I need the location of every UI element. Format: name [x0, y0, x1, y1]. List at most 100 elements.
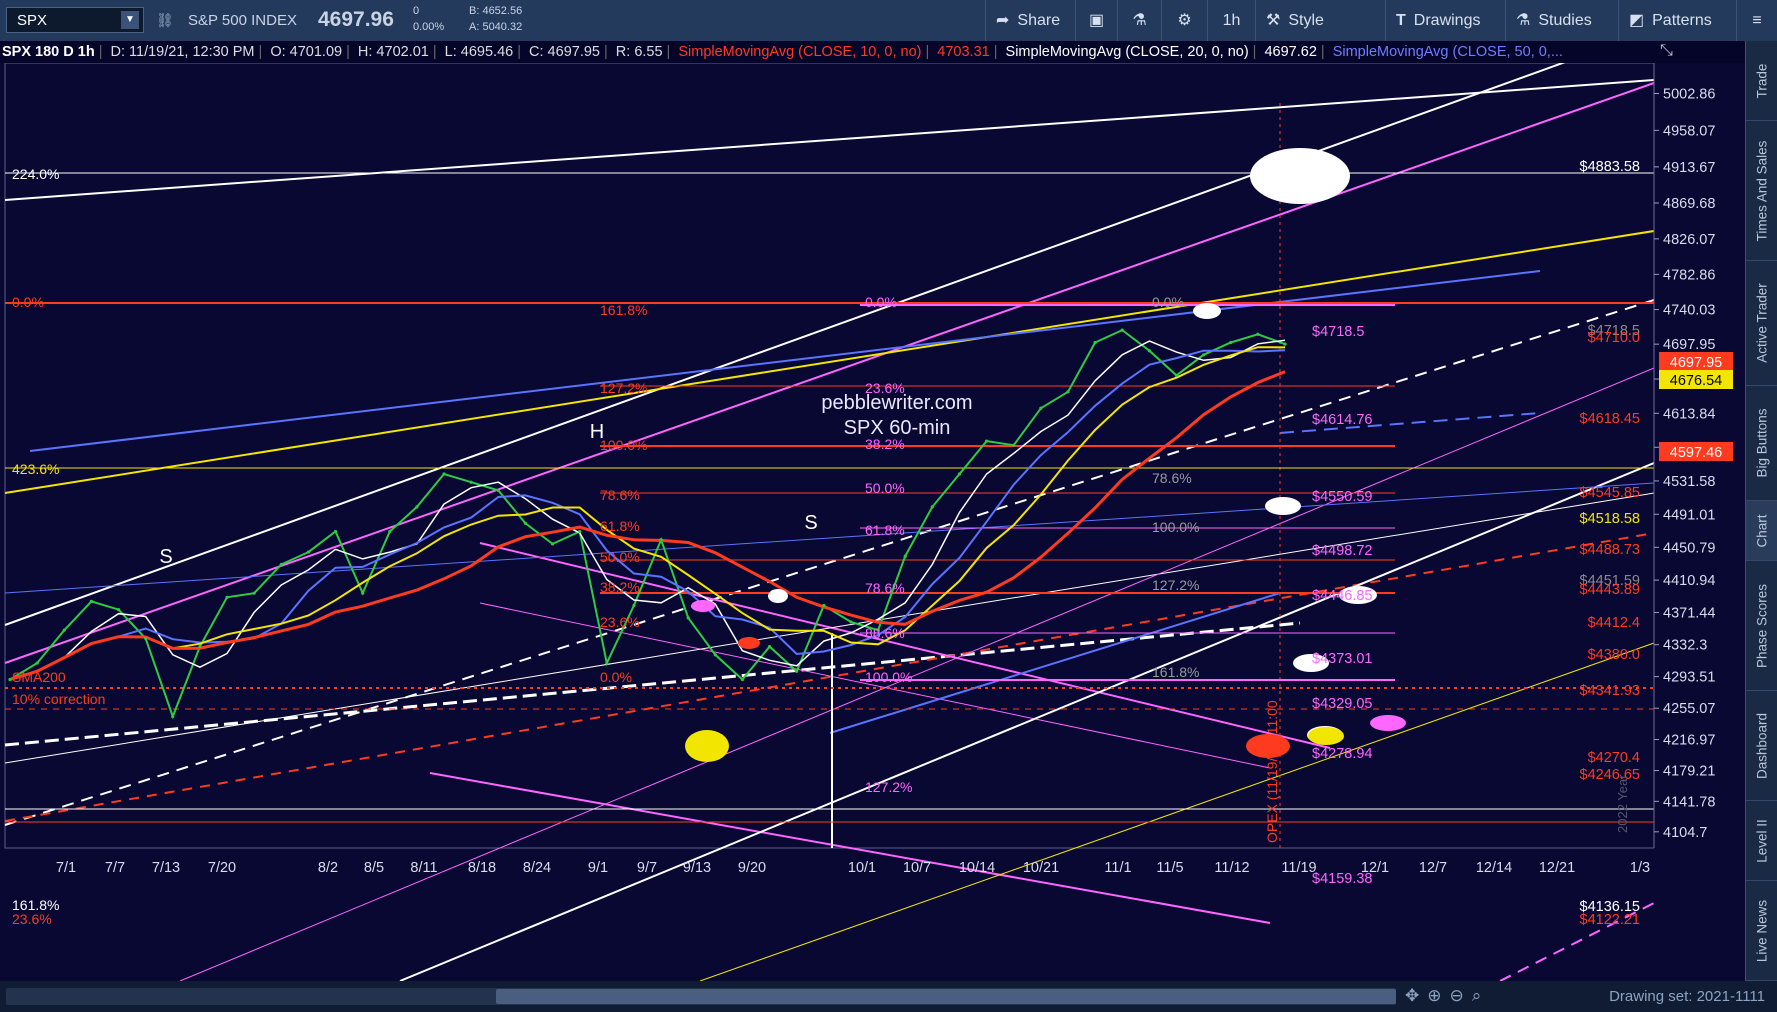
drawings-button[interactable]: T Drawings	[1385, 0, 1505, 41]
price-tick-label: 5002.86	[1663, 87, 1715, 103]
sidebar-tab-phase-scores[interactable]: Phase Scores	[1746, 561, 1777, 691]
share-button[interactable]: ➦ Share	[985, 0, 1075, 41]
level-label: $4270.4	[1588, 750, 1640, 766]
timeframe-button[interactable]: 1h	[1207, 0, 1255, 41]
fib-label: 88.6%	[865, 625, 905, 641]
price-chart[interactable]: $4883.58 $4718.5 $4614.76 $4550.59 $4498.72 $…	[0, 29, 1777, 982]
time-tick-label: 9/13	[683, 860, 711, 876]
sidebar-tab-active-trader[interactable]: Active Trader	[1746, 261, 1777, 386]
price-point	[1256, 332, 1260, 336]
price-tick-label: 4293.51	[1663, 670, 1715, 686]
studies-button[interactable]: ⚗ Studies	[1505, 0, 1618, 41]
chevron-down-icon[interactable]: ▼	[121, 11, 139, 29]
price-tag-label: 4597.46	[1670, 445, 1722, 461]
marker-white	[1265, 497, 1301, 515]
sma10-label[interactable]: SimpleMovingAvg (CLOSE, 10, 0, no)	[676, 44, 923, 60]
time-scrollbar[interactable]	[6, 988, 1396, 1005]
bar-close: C: 4697.95	[529, 44, 600, 60]
fib-label: 0.0%	[600, 669, 632, 685]
watermark-subtitle: SPX 60-min	[844, 417, 951, 439]
sidebar-tab-times-and-sales[interactable]: Times And Sales	[1746, 121, 1777, 261]
menu-button[interactable]: ≡	[1736, 0, 1777, 41]
price-point	[578, 529, 582, 534]
price-point	[659, 538, 663, 542]
symbol-selector[interactable]: SPX ▼	[6, 7, 144, 33]
fib-label: 127.2%	[865, 779, 912, 795]
price-point	[1120, 328, 1124, 332]
price-tick-label: 4869.68	[1663, 196, 1715, 212]
time-tick-label: 7/13	[152, 860, 180, 876]
patterns-button[interactable]: ◩ Patterns	[1618, 0, 1736, 41]
chart-canvas[interactable]: $4883.58 $4718.5 $4614.76 $4550.59 $4498.72 $…	[0, 29, 1745, 982]
scrollbar-thumb[interactable]	[496, 989, 1396, 1004]
sidebar-tab-dashboard[interactable]: Dashboard	[1746, 691, 1777, 801]
sidebar-tab-live-news[interactable]: Live News	[1746, 881, 1777, 981]
level-label: $4710.0	[1588, 330, 1640, 346]
sidebar-tab-trade[interactable]: Trade	[1746, 41, 1777, 121]
collapse-icon[interactable]: ⤡	[1660, 42, 1673, 60]
price-point	[225, 595, 229, 599]
price-tag-label: 4697.95	[1670, 355, 1722, 371]
flask-icon: ⚗	[1132, 12, 1147, 29]
price-point	[1066, 390, 1070, 394]
sma200-label: SMA200	[12, 669, 66, 685]
fib-label: 38.2%	[600, 579, 640, 595]
sidebar-tab-big-buttons[interactable]: Big Buttons	[1746, 386, 1777, 501]
drawing-set-label: Drawing set: 2021-1111	[1609, 988, 1765, 1005]
fib-label: 127.2%	[1152, 577, 1199, 593]
flask-button[interactable]: ⚗	[1117, 0, 1161, 41]
price-tick-label: 4613.84	[1663, 406, 1715, 422]
time-tick-label: 12/14	[1476, 860, 1512, 876]
zoom-out-icon[interactable]: ⊖	[1450, 986, 1472, 1005]
settings-button[interactable]: ⚙	[1161, 0, 1207, 41]
price-point	[1093, 340, 1097, 345]
bar-low: L: 4695.46	[444, 44, 514, 60]
sidebar-tab-label: Dashboard	[1754, 712, 1770, 779]
sidebar-tab-chart[interactable]: Chart	[1746, 501, 1777, 561]
time-tick-label: 11/1	[1104, 860, 1131, 876]
screenshot-button[interactable]: ▣	[1075, 0, 1117, 41]
price-tick-label: 4697.95	[1663, 337, 1715, 353]
sidebar-tab-label: Times And Sales	[1754, 140, 1770, 241]
time-tick-label: 12/1	[1361, 860, 1389, 876]
menu-icon: ≡	[1752, 12, 1762, 29]
chart-title: SPX 180 D 1h	[2, 44, 95, 60]
top-toolbar: SPX ▼ ⛓ S&P 500 INDEX 4697.96 0 0.00% B:…	[0, 0, 1777, 42]
price-tick-label: 4179.21	[1663, 764, 1715, 780]
sidebar-tab-level-ii[interactable]: Level II	[1746, 801, 1777, 881]
net-change-pct: 0.00%	[413, 21, 445, 33]
price-tag-label: 4676.54	[1670, 373, 1722, 389]
price-tick-label: 4531.58	[1663, 474, 1715, 490]
fib-label: 127.2%	[600, 380, 647, 396]
fib-label: 423.6%	[12, 461, 59, 477]
timeframe-label: 1h	[1222, 12, 1241, 29]
link-icon[interactable]: ⛓	[156, 12, 174, 29]
sma50-label[interactable]: SimpleMovingAvg (CLOSE, 50, 0,...	[1331, 44, 1565, 60]
zoom-controls[interactable]: ✥⊕⊖⌕	[1405, 986, 1489, 1006]
price-tick-label: 4782.86	[1663, 267, 1715, 283]
marker-yellow	[685, 730, 729, 762]
time-tick-label: 8/5	[364, 860, 384, 876]
pan-icon[interactable]: ✥	[1405, 986, 1427, 1005]
bid-price: B: 4652.56	[469, 5, 523, 17]
sidebar-tab-label: Chart	[1754, 513, 1770, 548]
time-tick-label: 10/21	[1023, 860, 1059, 876]
zoom-fit-icon[interactable]: ⌕	[1472, 986, 1490, 1005]
watermark-site: pebblewriter.com	[821, 392, 972, 414]
time-tick-label: 8/11	[410, 860, 437, 876]
chart-info-bar: SPX 180 D 1h | D: 11/19/21, 12:30 PM | O: …	[0, 41, 1777, 63]
level-label: $4618.45	[1580, 411, 1640, 427]
style-button[interactable]: ⚒ Style	[1255, 0, 1345, 41]
zoom-in-icon[interactable]: ⊕	[1427, 986, 1449, 1005]
time-tick-label: 9/1	[588, 860, 608, 876]
fib-label: 100.0%	[600, 437, 647, 453]
sidebar-tab-label: Trade	[1754, 63, 1770, 98]
status-bar: ✥⊕⊖⌕ Drawing set: 2021-1111	[0, 981, 1777, 1012]
sma20-label[interactable]: SimpleMovingAvg (CLOSE, 20, 0, no)	[1004, 44, 1251, 60]
time-tick-label: 8/2	[318, 860, 338, 876]
price-point	[984, 439, 989, 443]
price-point	[767, 645, 772, 649]
price-point	[198, 645, 202, 649]
price-point	[469, 480, 473, 484]
marker-white	[768, 589, 788, 603]
